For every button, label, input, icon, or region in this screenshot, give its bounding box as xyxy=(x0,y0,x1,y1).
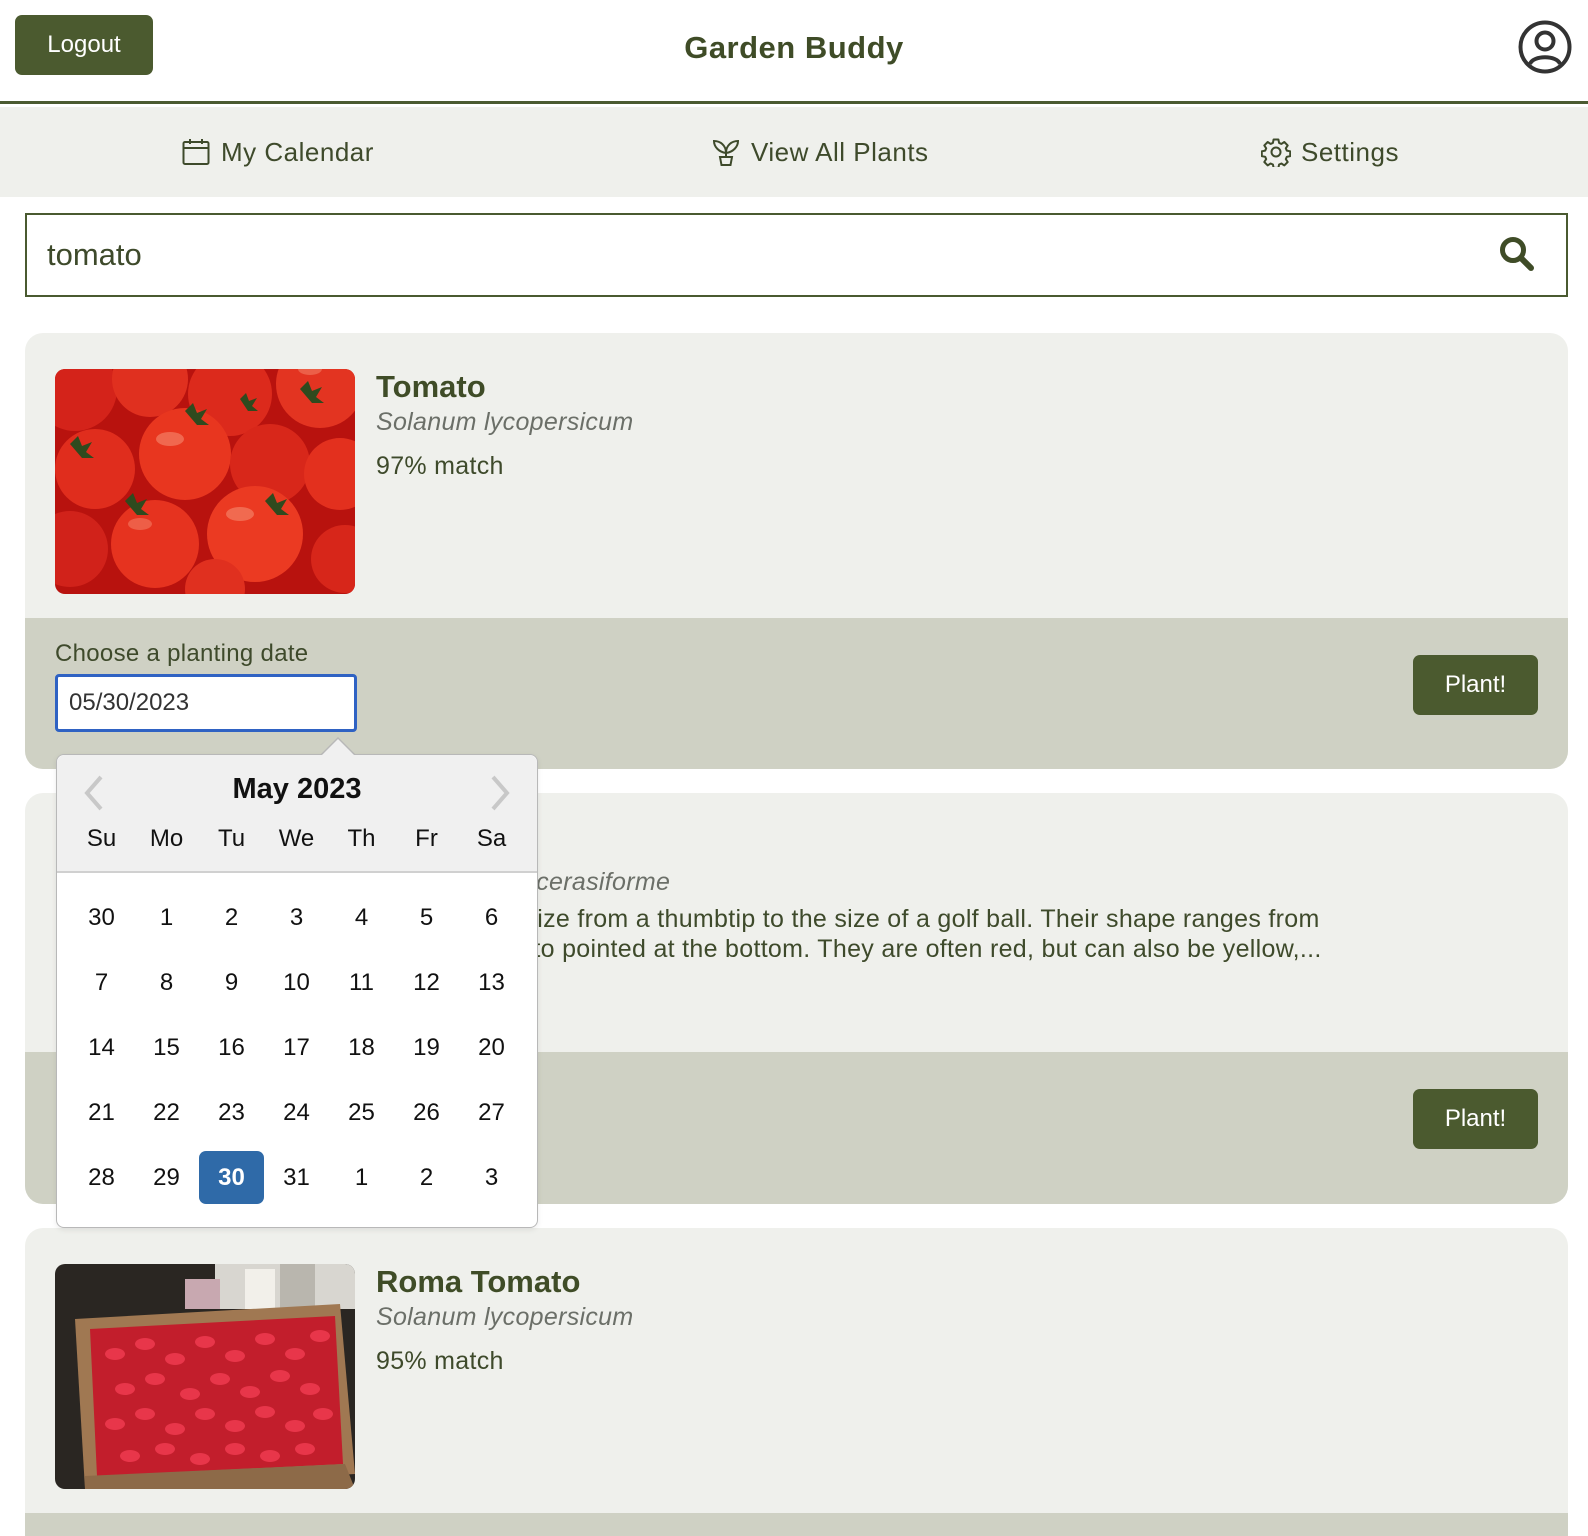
plant-description-line: lightly oblong to pointed at the bottom.… xyxy=(376,935,1322,963)
plant-photo xyxy=(55,1264,355,1489)
gear-icon xyxy=(1261,138,1291,167)
datepicker-day[interactable]: 25 xyxy=(329,1086,394,1139)
nav-item-view-all-plants[interactable]: View All Plants xyxy=(711,107,929,197)
datepicker-day[interactable]: 22 xyxy=(134,1086,199,1139)
datepicker-day[interactable]: 4 xyxy=(329,891,394,944)
datepicker-day[interactable]: 28 xyxy=(69,1151,134,1204)
datepicker-day[interactable]: 11 xyxy=(329,956,394,1009)
weekday-label: Mo xyxy=(149,825,184,852)
datepicker-day[interactable]: 27 xyxy=(459,1086,524,1139)
datepicker-day[interactable]: 30 xyxy=(69,891,134,944)
datepicker-day[interactable]: 1 xyxy=(134,891,199,944)
datepicker-day[interactable]: 29 xyxy=(134,1151,199,1204)
plant-button[interactable]: Plant! xyxy=(1413,655,1538,715)
datepicker-header: May 2023 Su Mo Tu We Th Fr Sa xyxy=(57,755,537,873)
datepicker-day[interactable]: 21 xyxy=(69,1086,134,1139)
plant-button[interactable]: Plant! xyxy=(1413,1089,1538,1149)
nav-label: View All Plants xyxy=(751,136,929,167)
search-input[interactable] xyxy=(47,233,1447,277)
plant-scientific-name: Solanum lycopersicum xyxy=(376,1303,634,1331)
datepicker-day[interactable]: 6 xyxy=(459,891,524,944)
datepicker-day[interactable]: 12 xyxy=(394,956,459,1009)
datepicker-week-row: 14 15 16 17 18 19 20 xyxy=(69,1015,525,1080)
nav-item-my-calendar[interactable]: My Calendar xyxy=(181,107,374,197)
match-score: 95% match xyxy=(376,1347,504,1375)
calendar-icon xyxy=(182,139,210,165)
datepicker-week-row: 21 22 23 24 25 26 27 xyxy=(69,1080,525,1145)
datepicker-grid: 30 1 2 3 4 5 6 7 8 9 10 11 12 13 14 15 16 17 18 19 20 21 22 23 2… xyxy=(69,885,525,1210)
search-icon[interactable] xyxy=(1498,235,1536,273)
datepicker-day[interactable]: 19 xyxy=(394,1021,459,1074)
datepicker-day[interactable]: 20 xyxy=(459,1021,524,1074)
datepicker-day[interactable]: 1 xyxy=(329,1151,394,1204)
datepicker-day[interactable]: 7 xyxy=(69,956,134,1009)
datepicker-week-row: 28 29 30 31 1 2 3 xyxy=(69,1145,525,1210)
sprout-icon xyxy=(712,139,740,166)
datepicker-day[interactable]: 23 xyxy=(199,1086,264,1139)
datepicker-day-selected[interactable]: 30 xyxy=(199,1151,264,1204)
datepicker-weekdays: Su Mo Tu We Th Fr Sa xyxy=(69,825,525,853)
app-title: Garden Buddy xyxy=(684,30,904,65)
card-footer xyxy=(25,1513,1568,1536)
plant-scientific-name: Solanum lycopersicum xyxy=(376,408,634,436)
datepicker-day[interactable]: 2 xyxy=(394,1151,459,1204)
datepicker-day[interactable]: 17 xyxy=(264,1021,329,1074)
weekday-label: Tu xyxy=(217,825,246,852)
app-header: Logout Garden Buddy xyxy=(0,0,1588,104)
user-circle-icon[interactable] xyxy=(1518,20,1572,74)
main-nav: My Calendar View All Plants Settings xyxy=(0,107,1588,197)
datepicker-day[interactable]: 3 xyxy=(459,1151,524,1204)
nav-label: My Calendar xyxy=(221,136,374,167)
planting-date-label: Choose a planting date xyxy=(55,640,309,667)
plant-card: Tomato Solanum lycopersicum 97% match Ch… xyxy=(25,333,1568,769)
datepicker-day[interactable]: 5 xyxy=(394,891,459,944)
datepicker-day[interactable]: 18 xyxy=(329,1021,394,1074)
datepicker-day[interactable]: 8 xyxy=(134,956,199,1009)
datepicker-day[interactable]: 15 xyxy=(134,1021,199,1074)
datepicker-week-row: 7 8 9 10 11 12 13 xyxy=(69,950,525,1015)
datepicker-day[interactable]: 26 xyxy=(394,1086,459,1139)
datepicker-day[interactable]: 2 xyxy=(199,891,264,944)
match-score: 97% match xyxy=(376,452,504,480)
datepicker-popup: May 2023 Su Mo Tu We Th Fr Sa 30 1 2 3 4 5 6 7 8… xyxy=(56,754,538,1228)
datepicker-week-row: 30 1 2 3 4 5 6 xyxy=(69,885,525,950)
datepicker-day[interactable]: 24 xyxy=(264,1086,329,1139)
chevron-right-icon[interactable] xyxy=(483,773,517,813)
datepicker-day[interactable]: 9 xyxy=(199,956,264,1009)
planting-date-input[interactable]: 05/30/2023 xyxy=(55,674,357,732)
weekday-label: We xyxy=(278,825,315,852)
search-bar xyxy=(25,213,1568,297)
card-footer: Choose a planting date 05/30/2023 Plant! xyxy=(25,618,1568,769)
plant-description-line: bes range in size from a thumbtip to the… xyxy=(376,905,1320,933)
datepicker-day[interactable]: 13 xyxy=(459,956,524,1009)
datepicker-day[interactable]: 31 xyxy=(264,1151,329,1204)
datepicker-pointer-fill xyxy=(322,739,354,755)
plant-name[interactable]: Tomato xyxy=(376,369,486,405)
nav-item-settings[interactable]: Settings xyxy=(1261,107,1399,197)
plant-photo xyxy=(55,369,355,594)
datepicker-day[interactable]: 14 xyxy=(69,1021,134,1074)
weekday-label: Su xyxy=(86,825,117,852)
weekday-label: Sa xyxy=(476,825,507,852)
plant-name[interactable]: Roma Tomato xyxy=(376,1264,580,1300)
datepicker-month-title: May 2023 xyxy=(232,773,362,805)
nav-label: Settings xyxy=(1301,136,1399,167)
datepicker-day[interactable]: 3 xyxy=(264,891,329,944)
datepicker-day[interactable]: 10 xyxy=(264,956,329,1009)
weekday-label: Fr xyxy=(415,825,438,852)
datepicker-day[interactable]: 16 xyxy=(199,1021,264,1074)
plant-card: Roma Tomato Solanum lycopersicum 95% mat… xyxy=(25,1228,1568,1536)
weekday-label: Th xyxy=(347,825,376,852)
